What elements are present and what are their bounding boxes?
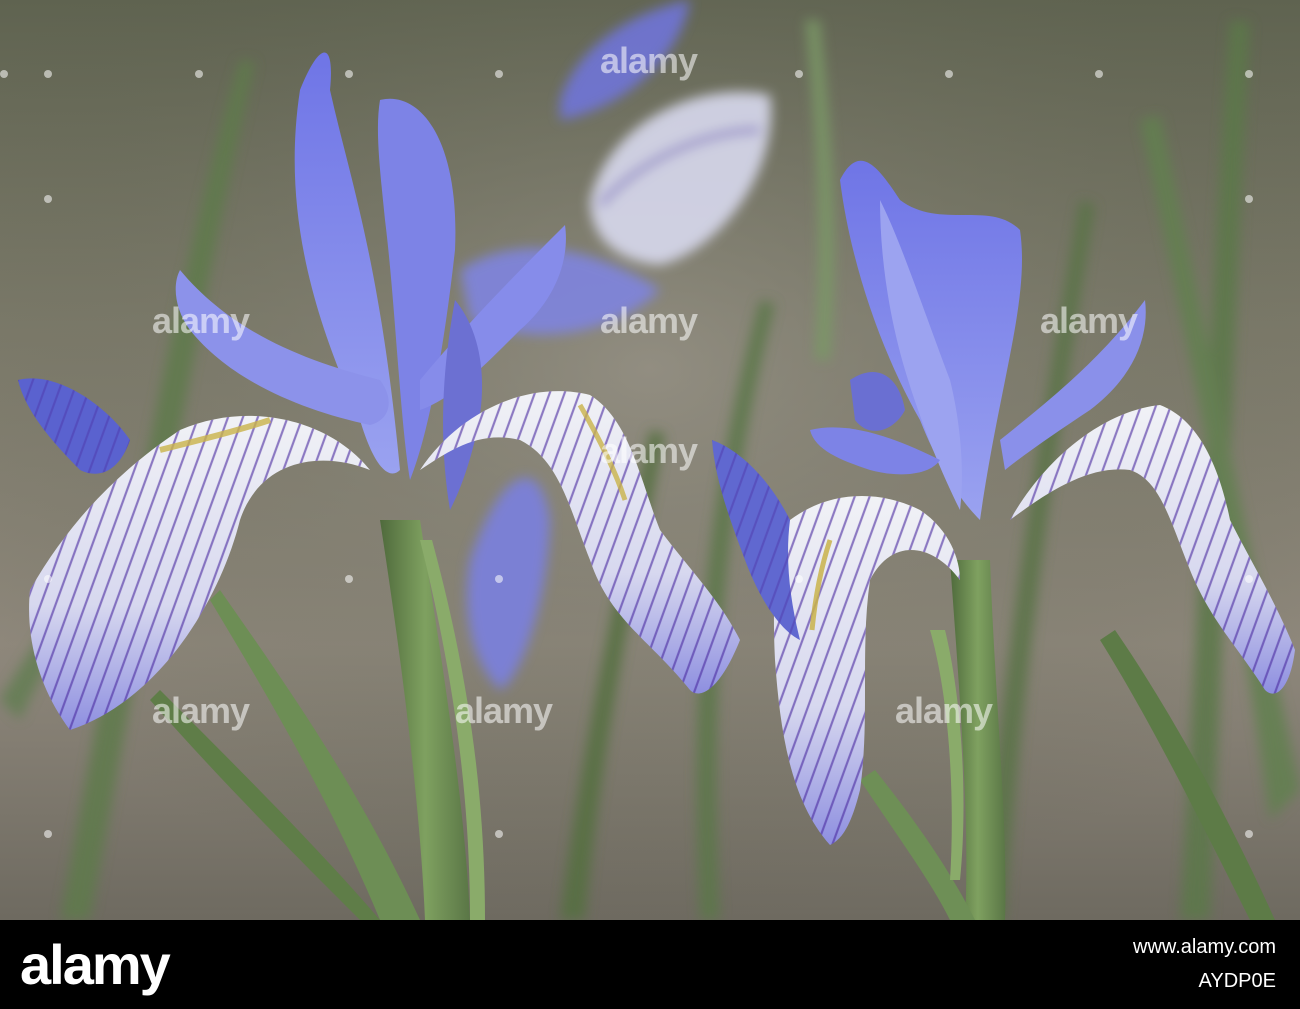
footer-bar: alamy www.alamy.com AYDP0E (0, 920, 1300, 1009)
alamy-logo[interactable]: alamy (20, 932, 171, 997)
photo: alamy alamy alamy alamy alamy alamy alam… (0, 0, 1300, 920)
image-id: AYDP0E (1198, 970, 1276, 992)
footer-domain[interactable]: www.alamy.com (1133, 936, 1276, 959)
iris-photo-illustration (0, 0, 1300, 920)
